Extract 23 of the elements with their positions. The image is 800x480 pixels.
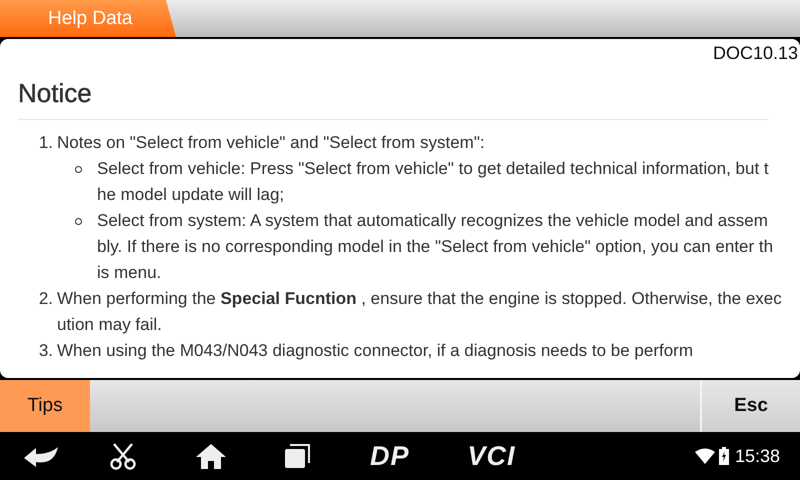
item-number: 3. [38,340,54,362]
item-text: When performing the Special Fucntion , ensure that the engine is stopped. Otherwise, the execution may fail. [57,288,783,336]
recent-apps-icon[interactable] [284,444,310,468]
tips-button[interactable]: Tips [0,380,90,432]
dp-logo[interactable]: DP [370,440,410,472]
subitem-text: Select from system: A system that automatically recognizes the vehicle model and assembly. If there is no corresponding model in the "Select from vehicle" option, you can enter this menu. [97,210,774,284]
battery-icon[interactable] [718,447,729,465]
wifi-icon[interactable] [694,448,715,464]
scissors-icon[interactable] [110,442,136,470]
document-code: DOC10.13 [712,43,798,64]
vci-logo[interactable]: VCI [468,440,516,472]
subitem-text: Select from vehicle: Press "Select from vehicle" to get detailed technical information, but the model update will lag; [97,158,770,206]
back-icon[interactable] [24,445,58,467]
clock-time: 15:38 [734,446,780,466]
bullet-icon [74,218,82,225]
item-text: Notes on "Select from vehicle" and "Select from system": [57,132,486,154]
bullet-icon [74,166,82,173]
item-number: 1. [38,132,54,154]
item-number: 2. [38,288,54,310]
home-icon[interactable] [196,443,226,469]
notice-heading: Notice [18,78,768,120]
esc-button[interactable]: Esc [700,380,800,432]
item-text: When using the M043/N043 diagnostic connector, if a diagnosis needs to be perform [57,340,694,362]
